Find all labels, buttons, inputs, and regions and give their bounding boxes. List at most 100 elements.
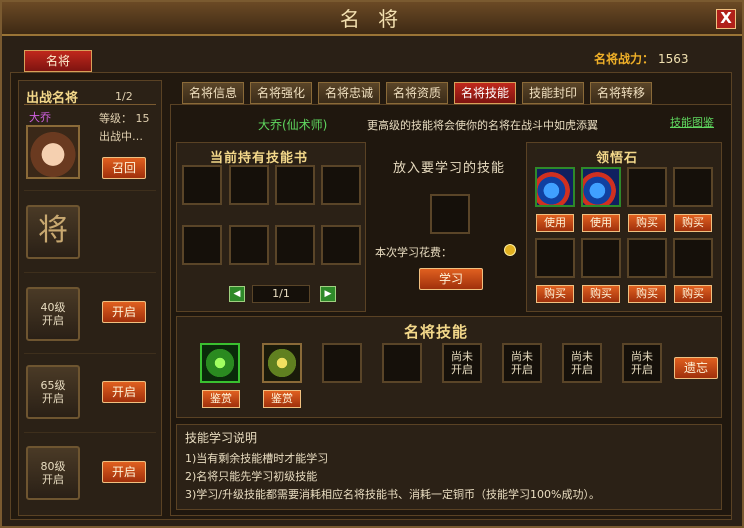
locked-skill-slot: 尚未 开启 xyxy=(622,343,662,383)
page-indicator: 1/1 xyxy=(252,285,310,303)
locked-slot-80: 80级 开启 xyxy=(26,446,80,500)
hero-level: 等级： 15 xyxy=(99,110,150,126)
lock-level: 65级 xyxy=(40,379,66,392)
buy-button[interactable]: 购买 xyxy=(628,285,666,303)
hero-skills-title: 名将技能 xyxy=(404,323,469,341)
tab-loyalty[interactable]: 名将忠诚 xyxy=(318,82,380,104)
buy-button[interactable]: 购买 xyxy=(628,214,666,232)
stone-slot[interactable] xyxy=(535,238,575,278)
stone-slot[interactable] xyxy=(673,167,713,207)
power-value: 1563 xyxy=(658,52,689,66)
use-button[interactable]: 使用 xyxy=(582,214,620,232)
instructions-title: 技能学习说明 xyxy=(185,431,258,445)
forget-button[interactable]: 遗忘 xyxy=(674,357,718,379)
divider xyxy=(24,353,156,354)
recall-button[interactable]: 召回 xyxy=(102,157,146,179)
learn-title: 放入要学习的技能 xyxy=(393,161,506,176)
next-page-button[interactable]: ▶ xyxy=(320,286,336,302)
lock-level: 40级 xyxy=(40,301,66,314)
locked-skill-slot: 尚未 开启 xyxy=(562,343,602,383)
instruction-line: 2)名将只能先学习初级技能 xyxy=(185,470,318,483)
stone-item-icon[interactable] xyxy=(535,167,575,207)
tab-aptitude[interactable]: 名将资质 xyxy=(386,82,448,104)
stone-slot[interactable] xyxy=(673,238,713,278)
divider xyxy=(24,272,156,273)
general-slot-icon: 将 xyxy=(38,213,68,248)
skill-slot[interactable] xyxy=(322,343,362,383)
locked-skill-slot: 尚未 开启 xyxy=(442,343,482,383)
skill-atlas-link[interactable]: 技能图鉴 xyxy=(670,114,714,130)
coin-icon xyxy=(504,244,516,256)
stone-slot[interactable] xyxy=(581,238,621,278)
lock-level: 80级 xyxy=(40,460,66,473)
general-tab[interactable]: 名将 xyxy=(24,50,92,72)
locked-label: 尚未 xyxy=(451,350,473,363)
locked-label: 开启 xyxy=(511,363,533,376)
window-title: 名 将 xyxy=(339,7,405,31)
locked-skill-slot: 尚未 开启 xyxy=(502,343,542,383)
skill-slot[interactable] xyxy=(382,343,422,383)
active-generals-count: 1/2 xyxy=(115,90,133,103)
learn-cost-label: 本次学习花费： xyxy=(375,246,452,259)
buy-button[interactable]: 购买 xyxy=(536,285,574,303)
hero-name: 大乔 xyxy=(29,111,51,124)
buy-button[interactable]: 购买 xyxy=(674,285,712,303)
learn-slot[interactable] xyxy=(430,194,470,234)
tab-enhance[interactable]: 名将强化 xyxy=(250,82,312,104)
divider xyxy=(24,432,156,433)
locked-label: 尚未 xyxy=(631,350,653,363)
hero-class: 大乔(仙术师) xyxy=(258,118,328,132)
appraise-button[interactable]: 鉴赏 xyxy=(263,390,301,408)
general-slot[interactable]: 将 xyxy=(26,205,80,259)
instruction-line: 3)学习/升级技能都需要消耗相应名将技能书、消耗一定铜币（技能学习100%成功）… xyxy=(185,488,600,501)
book-slot[interactable] xyxy=(229,165,269,205)
book-slot[interactable] xyxy=(182,225,222,265)
locked-label: 开启 xyxy=(571,363,593,376)
tab-info[interactable]: 名将信息 xyxy=(182,82,244,104)
stone-slot[interactable] xyxy=(627,167,667,207)
learning-instructions: 技能学习说明 1)当有剩余技能槽时才能学习 2)名将只能先学习初级技能 3)学习… xyxy=(176,424,722,510)
tab-transfer[interactable]: 名将转移 xyxy=(590,82,652,104)
unlock-button-80[interactable]: 开启 xyxy=(102,461,146,483)
power-label: 名将战力： xyxy=(594,52,655,66)
hero-avatar[interactable] xyxy=(26,125,80,179)
locked-slot-65: 65级 开启 xyxy=(26,365,80,419)
prev-page-button[interactable]: ◀ xyxy=(229,286,245,302)
unlock-button-40[interactable]: 开启 xyxy=(102,301,146,323)
appraise-button[interactable]: 鉴赏 xyxy=(202,390,240,408)
level-label: 等级： xyxy=(99,112,132,125)
unlock-button-65[interactable]: 开启 xyxy=(102,381,146,403)
skill-icon-thorn[interactable] xyxy=(262,343,302,383)
buy-button[interactable]: 购买 xyxy=(674,214,712,232)
locked-slot-40: 40级 开启 xyxy=(26,287,80,341)
divider xyxy=(24,104,156,105)
locked-label: 尚未 xyxy=(571,350,593,363)
skill-icon-nature[interactable] xyxy=(200,343,240,383)
general-power: 名将战力： 1563 xyxy=(594,50,689,67)
use-button[interactable]: 使用 xyxy=(536,214,574,232)
book-slot[interactable] xyxy=(321,165,361,205)
locked-label: 开启 xyxy=(451,363,473,376)
buy-button[interactable]: 购买 xyxy=(582,285,620,303)
hero-status: 出战中… xyxy=(99,130,143,143)
level-value: 15 xyxy=(135,112,150,125)
comprehension-stones-title: 领悟石 xyxy=(596,151,639,166)
locked-label: 开启 xyxy=(631,363,653,376)
book-slot[interactable] xyxy=(321,225,361,265)
lock-label: 开启 xyxy=(42,392,64,405)
instruction-line: 1)当有剩余技能槽时才能学习 xyxy=(185,452,329,465)
lock-label: 开启 xyxy=(42,314,64,327)
lock-label: 开启 xyxy=(42,473,64,486)
tab-skills[interactable]: 名将技能 xyxy=(454,82,516,104)
book-slot[interactable] xyxy=(275,225,315,265)
book-slot[interactable] xyxy=(275,165,315,205)
stone-slot[interactable] xyxy=(627,238,667,278)
divider xyxy=(24,190,156,191)
locked-label: 尚未 xyxy=(511,350,533,363)
book-slot[interactable] xyxy=(182,165,222,205)
stone-item-icon[interactable] xyxy=(581,167,621,207)
learn-button[interactable]: 学习 xyxy=(419,268,483,290)
book-slot[interactable] xyxy=(229,225,269,265)
close-button[interactable]: X xyxy=(716,9,736,29)
tab-seal[interactable]: 技能封印 xyxy=(522,82,584,104)
